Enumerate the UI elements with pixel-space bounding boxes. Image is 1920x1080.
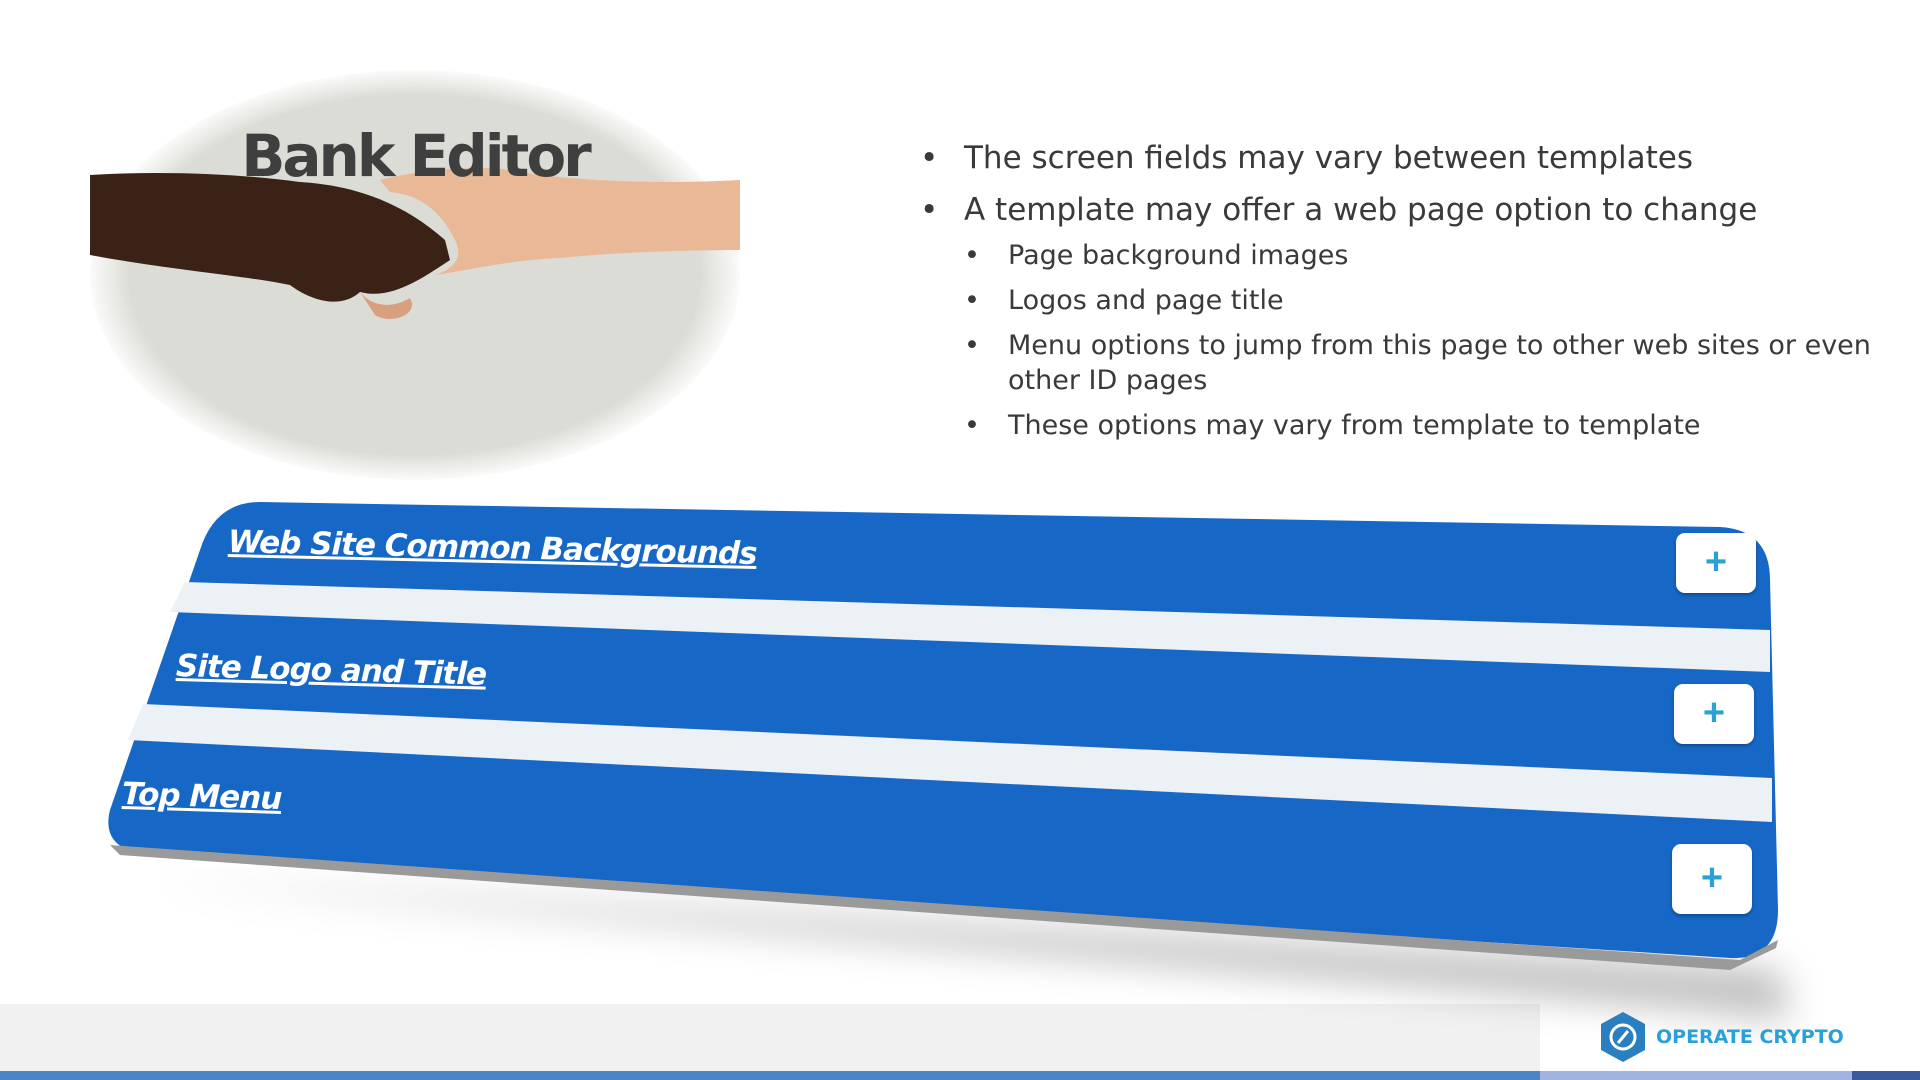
operate-crypto-logo: OPERATE CRYPTO (1598, 1010, 1844, 1064)
expand-top-menu-button[interactable]: + (1672, 844, 1752, 914)
expand-backgrounds-button[interactable]: + (1676, 533, 1756, 593)
expand-logo-title-button[interactable]: + (1674, 684, 1754, 744)
footer-line-accent-dark (1852, 1071, 1920, 1080)
section-top-menu[interactable]: Top Menu (121, 776, 282, 817)
footer-line-accent (1540, 1071, 1852, 1080)
hexagon-logo-icon (1601, 1012, 1645, 1062)
brand-name: OPERATE CRYPTO (1656, 1026, 1844, 1048)
